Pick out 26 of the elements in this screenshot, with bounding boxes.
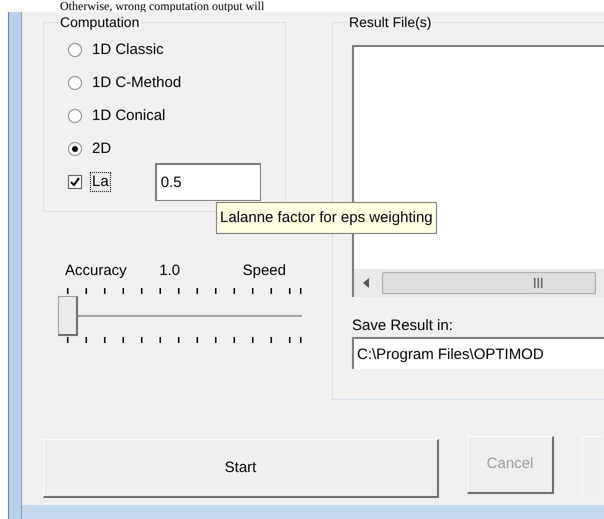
radio-option[interactable]: 2D xyxy=(68,138,285,159)
radio-button[interactable] xyxy=(68,108,82,122)
save-label: Save Result in: xyxy=(352,317,454,335)
scroll-left-icon[interactable] xyxy=(362,277,370,289)
radio-option[interactable]: 1D Conical xyxy=(68,105,285,126)
radio-option[interactable]: 1D C-Method xyxy=(68,72,285,93)
grip-icon xyxy=(534,278,543,288)
slider-value: 1.0 xyxy=(159,262,180,280)
scroll-thumb[interactable] xyxy=(382,272,596,294)
slider-thumb[interactable] xyxy=(58,296,78,336)
slider-label: Accuracy xyxy=(65,262,127,280)
slider-label: Speed xyxy=(242,262,286,280)
group-title: Computation xyxy=(58,14,142,30)
tooltip: Lalanne factor for eps weighting xyxy=(216,202,437,234)
lalanne-field[interactable]: 0.5 xyxy=(154,163,261,201)
radio-button[interactable] xyxy=(68,76,82,90)
radio-button[interactable] xyxy=(68,42,82,56)
checkbox[interactable] xyxy=(68,175,82,189)
save-path-field[interactable]: C:\Program Files\OPTIMOD xyxy=(352,337,604,369)
radio-button[interactable] xyxy=(68,142,82,156)
group-title: Result File(s) xyxy=(347,14,434,30)
horizontal-scrollbar[interactable] xyxy=(354,269,604,297)
start-button[interactable]: Start xyxy=(43,439,439,498)
radio-option[interactable]: 1D Classic xyxy=(68,39,285,60)
checkbox-label[interactable]: La xyxy=(90,172,111,192)
slider-track[interactable] xyxy=(58,296,302,336)
